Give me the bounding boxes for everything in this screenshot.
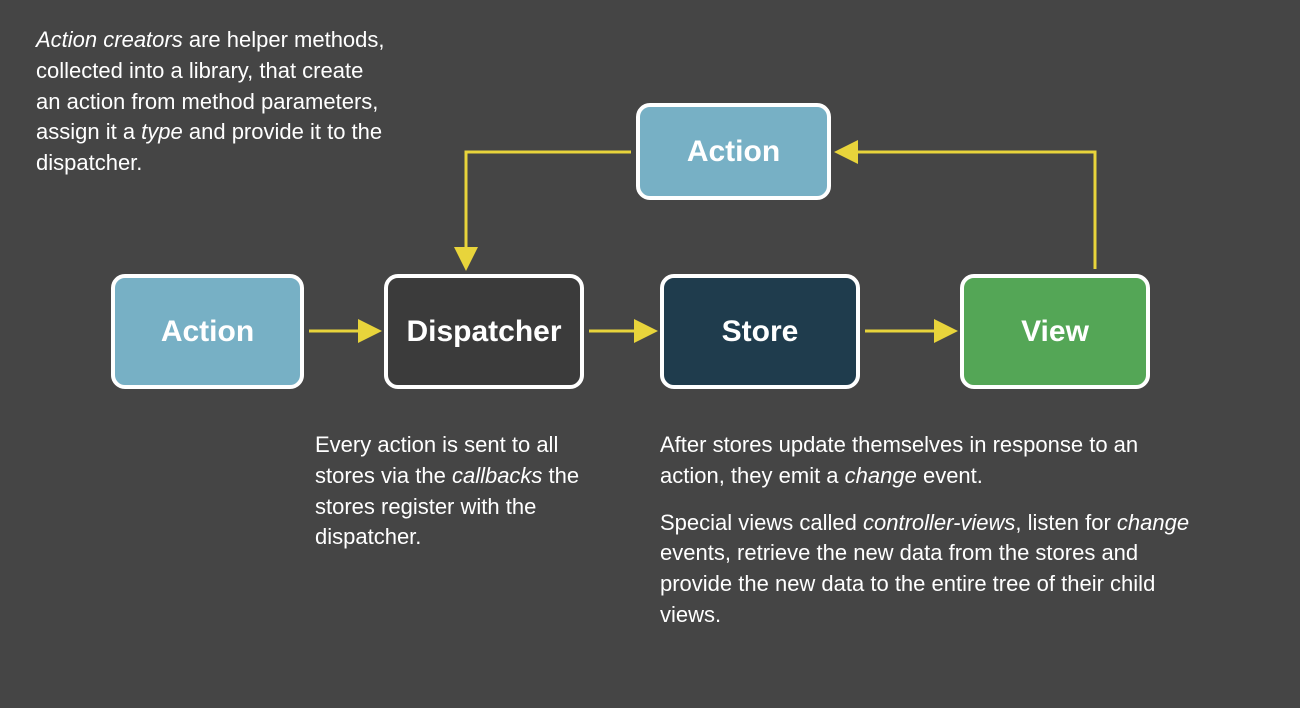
node-action-top-label: Action <box>687 135 780 169</box>
arrow-action-top-to-dispatcher <box>466 152 631 265</box>
node-dispatcher-label: Dispatcher <box>406 315 561 349</box>
node-store: Store <box>660 274 860 389</box>
description-store-p2: Special views called controller-views, l… <box>660 508 1200 631</box>
node-dispatcher: Dispatcher <box>384 274 584 389</box>
description-store-p1: After stores update themselves in respon… <box>660 430 1200 492</box>
description-action-creators: Action creators are helper methods, coll… <box>36 25 392 179</box>
arrow-view-to-action-top <box>840 152 1095 269</box>
node-action-top: Action <box>636 103 831 200</box>
description-dispatcher: Every action is sent to all stores via t… <box>315 430 619 553</box>
node-action-left-label: Action <box>161 315 254 349</box>
node-view-label: View <box>1021 315 1089 349</box>
description-store: After stores update themselves in respon… <box>660 430 1200 631</box>
node-action-left: Action <box>111 274 304 389</box>
node-store-label: Store <box>722 315 799 349</box>
node-view: View <box>960 274 1150 389</box>
